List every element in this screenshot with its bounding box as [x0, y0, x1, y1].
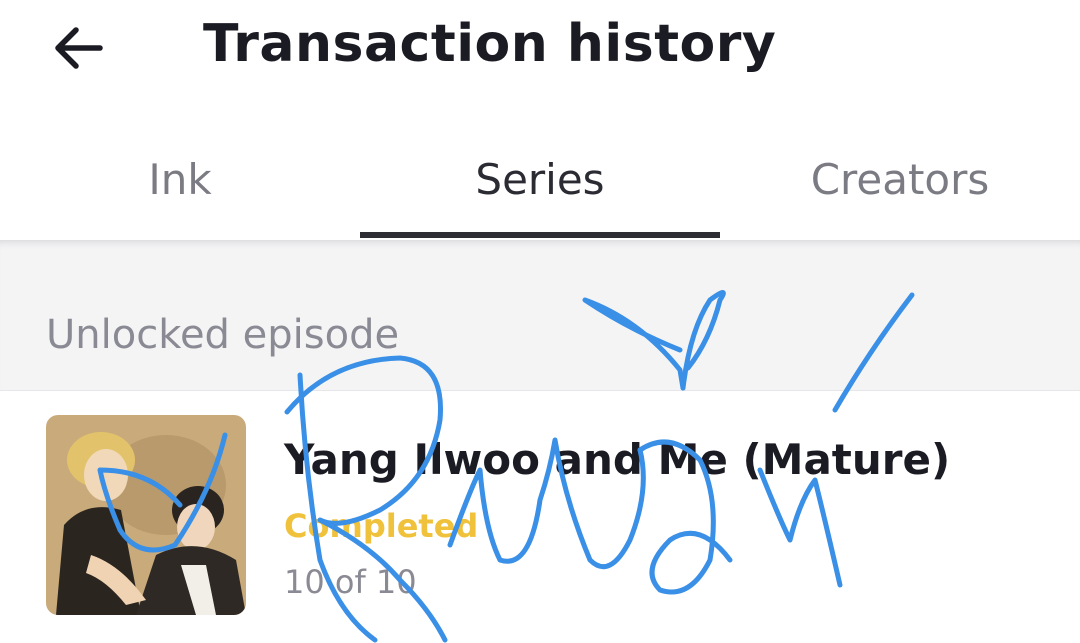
tab-ink-label: Ink	[148, 154, 212, 204]
tab-creators[interactable]: Creators	[720, 118, 1080, 240]
tab-creators-label: Creators	[810, 154, 990, 204]
section-label: Unlocked episode	[46, 312, 400, 358]
header: Transaction history	[0, 0, 1080, 110]
back-button[interactable]	[38, 12, 118, 84]
series-title: Yang Ilwoo and Me (Mature)	[284, 435, 951, 484]
active-tab-indicator	[360, 232, 720, 238]
arrow-left-icon	[55, 27, 103, 69]
tab-series[interactable]: Series	[360, 118, 720, 240]
episode-count: 10 of 10	[284, 563, 417, 601]
list-item[interactable]: Yang Ilwoo and Me (Mature) Completed 10 …	[0, 390, 1080, 643]
series-status: Completed	[284, 507, 479, 545]
page-title: Transaction history	[203, 14, 777, 74]
tab-bar: Ink Series Creators	[0, 118, 1080, 240]
series-thumbnail	[46, 415, 246, 615]
app-screen: Transaction history Ink Series Creators …	[0, 0, 1080, 643]
tab-series-label: Series	[475, 154, 605, 204]
tab-ink[interactable]: Ink	[0, 118, 360, 240]
